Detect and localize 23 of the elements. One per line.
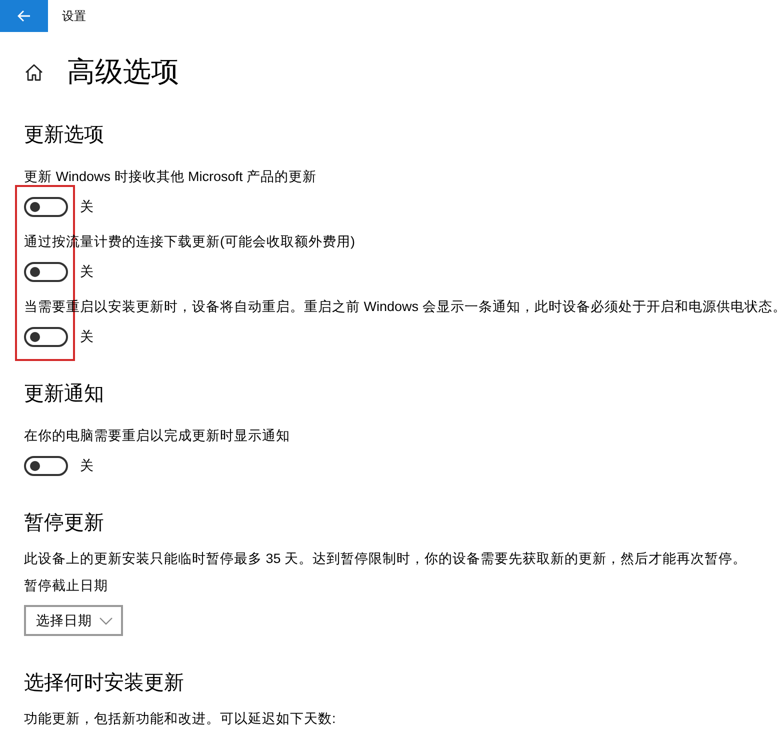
toggle-state-label: 关	[80, 328, 94, 346]
setting-label: 更新 Windows 时接收其他 Microsoft 产品的更新	[24, 168, 318, 186]
chevron-down-icon	[99, 616, 113, 624]
toggle-state-label: 关	[80, 457, 94, 475]
toggle-switch[interactable]	[24, 456, 68, 476]
dropdown-label: 暂停截止日期	[24, 577, 108, 595]
toggle-switch[interactable]	[24, 327, 68, 347]
description-text: 功能更新，包括新功能和改进。可以延迟如下天数:	[24, 710, 336, 728]
description-text: 此设备上的更新安装只能临时暂停最多 35 天。达到暂停限制时，你的设备需要先获取新的更新，然后才能再次暂停。	[24, 550, 747, 568]
home-icon[interactable]	[25, 64, 43, 80]
setting-label: 在你的电脑需要重启以完成更新时显示通知	[24, 427, 291, 445]
toggle-switch[interactable]	[24, 197, 68, 217]
toggle-state-label: 关	[80, 263, 94, 281]
section-heading: 暂停更新	[24, 511, 105, 536]
toggle-switch[interactable]	[24, 262, 68, 282]
section-heading: 选择何时安装更新	[24, 671, 185, 696]
back-arrow-icon	[17, 10, 31, 22]
toggle-state-label: 关	[80, 198, 94, 216]
section-heading: 更新选项	[24, 123, 105, 148]
section-heading: 更新通知	[24, 382, 105, 407]
page-title: 高级选项	[67, 55, 179, 89]
window-title: 设置	[62, 8, 86, 24]
date-dropdown[interactable]: 选择日期	[24, 605, 123, 636]
